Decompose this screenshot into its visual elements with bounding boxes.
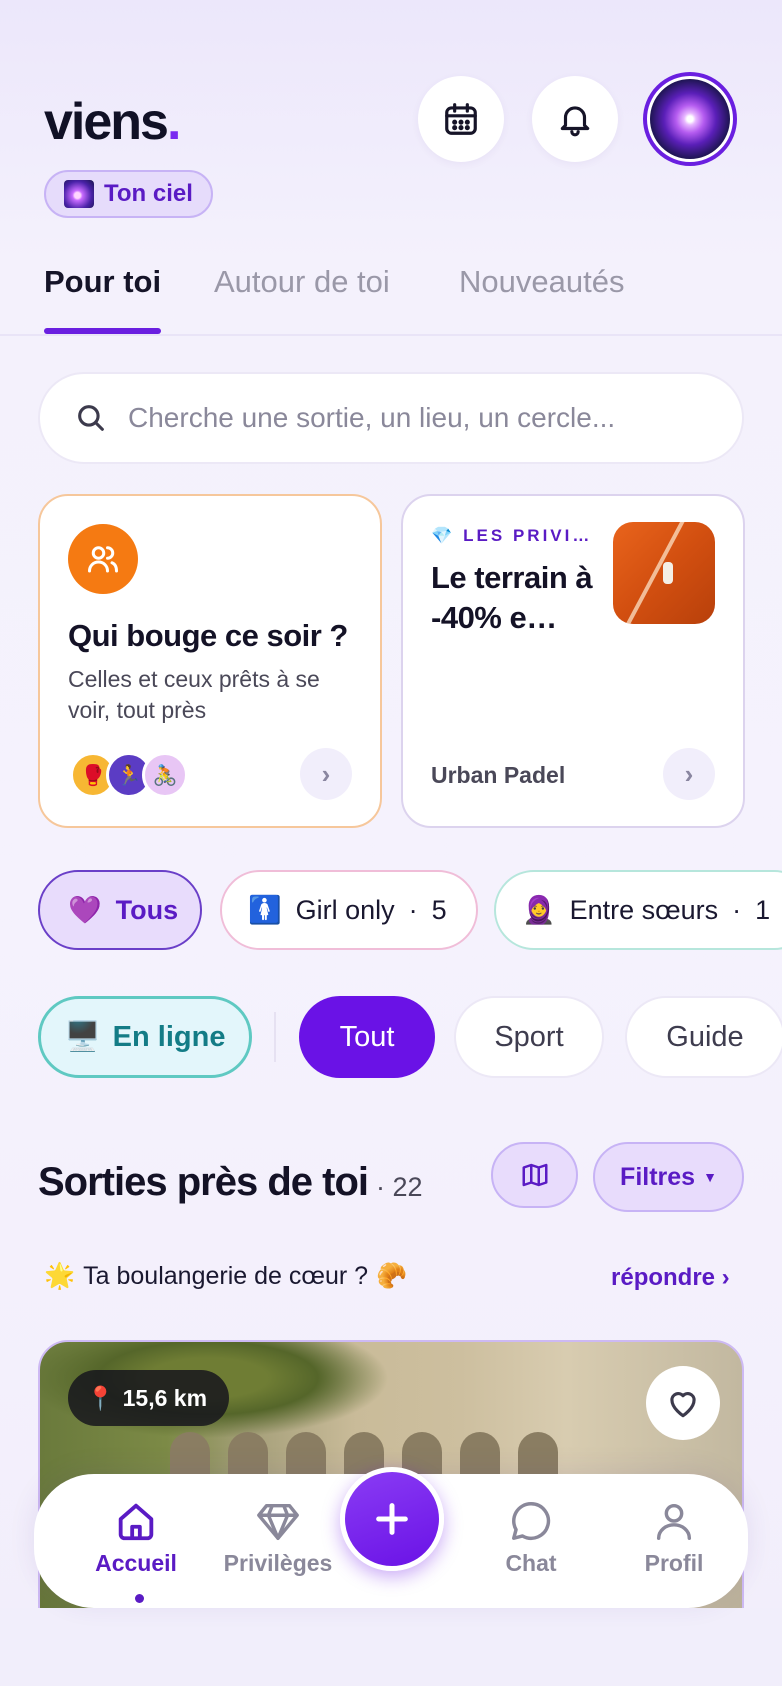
active-nav-indicator [135, 1594, 144, 1603]
chip-count: 1 [755, 894, 771, 925]
prompt-text: Ta boulangerie de cœur ? [83, 1262, 369, 1290]
privilege-place: Urban Padel [431, 762, 566, 788]
galaxy-icon [64, 180, 94, 208]
chip-divider [274, 1012, 276, 1062]
footer-band [0, 1608, 782, 1686]
nav-label: Chat [505, 1550, 557, 1576]
woman-headscarf-icon: 🧕 [522, 895, 556, 925]
chip-guide[interactable]: Guide [625, 996, 782, 1078]
app-logo: viens. [44, 93, 182, 151]
create-button[interactable] [340, 1467, 444, 1571]
womens-icon: 🚺 [248, 895, 282, 925]
filters-button[interactable]: Filtres ▼ [593, 1142, 744, 1212]
map-icon [522, 1163, 547, 1187]
heart-icon [670, 1392, 696, 1418]
chip-sport[interactable]: Sport [454, 996, 604, 1078]
distance-value: 15,6 km [122, 1384, 208, 1411]
croissant-icon: 🥐 [376, 1262, 408, 1290]
card-title: Qui bouge ce soir ? [68, 618, 348, 653]
calendar-icon [445, 103, 477, 135]
chat-icon [512, 1502, 551, 1540]
nav-label: Accueil [95, 1550, 177, 1576]
privilege-title: Le terrain à -40% e… [431, 560, 593, 635]
search-icon [78, 405, 104, 431]
nav-accueil[interactable]: Accueil [71, 1498, 201, 1577]
padel-court-image [613, 522, 715, 624]
pin-icon: 📍 [86, 1384, 115, 1411]
privilege-card[interactable]: 💎 LES PRIVI… Le terrain à -40% e… Urban … [401, 494, 745, 828]
filters-label: Filtres [620, 1162, 696, 1191]
chip-separator: · [408, 894, 418, 925]
chevron-right-icon[interactable]: › [663, 748, 715, 800]
ton-ciel-label: Ton ciel [104, 180, 193, 207]
favorite-button[interactable] [646, 1366, 720, 1440]
profile-avatar[interactable] [643, 72, 737, 166]
qui-bouge-card[interactable]: Qui bouge ce soir ? Celles et ceux prêts… [38, 494, 382, 828]
nav-chat[interactable]: Chat [466, 1498, 596, 1577]
chip-tous[interactable]: 💜 Tous [38, 870, 202, 950]
repondre-link[interactable]: répondre › [611, 1264, 730, 1292]
avatar: 🚴 [142, 752, 188, 798]
purple-heart-icon: 💜 [68, 895, 102, 925]
chip-tout[interactable]: Tout [299, 996, 435, 1078]
section-title: Sorties près de toi [38, 1160, 369, 1204]
computer-icon: 🖥️ [64, 1021, 101, 1053]
people-icon [68, 524, 138, 594]
star-icon: 🌟 [44, 1262, 76, 1290]
tab-autour-de-toi[interactable]: Autour de toi [214, 264, 390, 300]
user-icon [656, 1503, 692, 1540]
chevron-right-icon[interactable]: › [300, 748, 352, 800]
nav-privileges[interactable]: Privilèges [213, 1498, 343, 1577]
nav-profil[interactable]: Profil [609, 1498, 739, 1577]
chip-girl-only[interactable]: 🚺 Girl only · 5 [220, 870, 478, 950]
calendar-button[interactable] [418, 76, 504, 162]
galaxy-avatar-image [650, 79, 730, 159]
chip-entre-soeurs[interactable]: 🧕 Entre sœurs · 1 [494, 870, 782, 950]
chip-label: En ligne [112, 1020, 226, 1053]
tab-nouveautes[interactable]: Nouveautés [459, 264, 624, 300]
question-prompt: 🌟 Ta boulangerie de cœur ? 🥐 [44, 1262, 407, 1291]
privilege-eyebrow: 💎 LES PRIVI… [431, 526, 592, 546]
ton-ciel-button[interactable]: Ton ciel [44, 170, 213, 218]
chip-label: Entre sœurs [569, 894, 719, 925]
eyebrow-label: LES PRIVI… [463, 526, 593, 545]
nav-label: Privilèges [223, 1550, 333, 1576]
tab-pour-toi[interactable]: Pour toi [44, 264, 161, 300]
feed-tabs: Pour toi Autour de toi Nouveautés [0, 258, 782, 336]
search-input[interactable] [128, 402, 688, 434]
bell-icon [560, 106, 590, 137]
nav-label: Profil [644, 1550, 704, 1576]
card-subtitle: Celles et ceux prêts à se voir, tout prè… [68, 666, 320, 723]
distance-badge: 📍 15,6 km [68, 1370, 230, 1426]
section-count: · 22 [376, 1172, 423, 1202]
caret-down-icon: ▼ [703, 1169, 717, 1185]
notifications-button[interactable] [532, 76, 618, 162]
search-bar[interactable] [38, 372, 744, 464]
chip-separator: · [732, 894, 742, 925]
chip-count: 5 [431, 894, 447, 925]
chip-label: Tous [115, 894, 179, 925]
diamond-icon [257, 1503, 299, 1540]
gem-icon: 💎 [431, 526, 456, 545]
plus-icon [376, 1503, 408, 1535]
active-tab-indicator [44, 328, 161, 334]
map-button[interactable] [491, 1142, 578, 1208]
home-icon [118, 1503, 154, 1541]
chip-en-ligne[interactable]: 🖥️ En ligne [38, 996, 252, 1078]
avatar-stack: 🥊 🏃 🚴 [70, 752, 200, 798]
chip-label: Girl only [295, 894, 395, 925]
